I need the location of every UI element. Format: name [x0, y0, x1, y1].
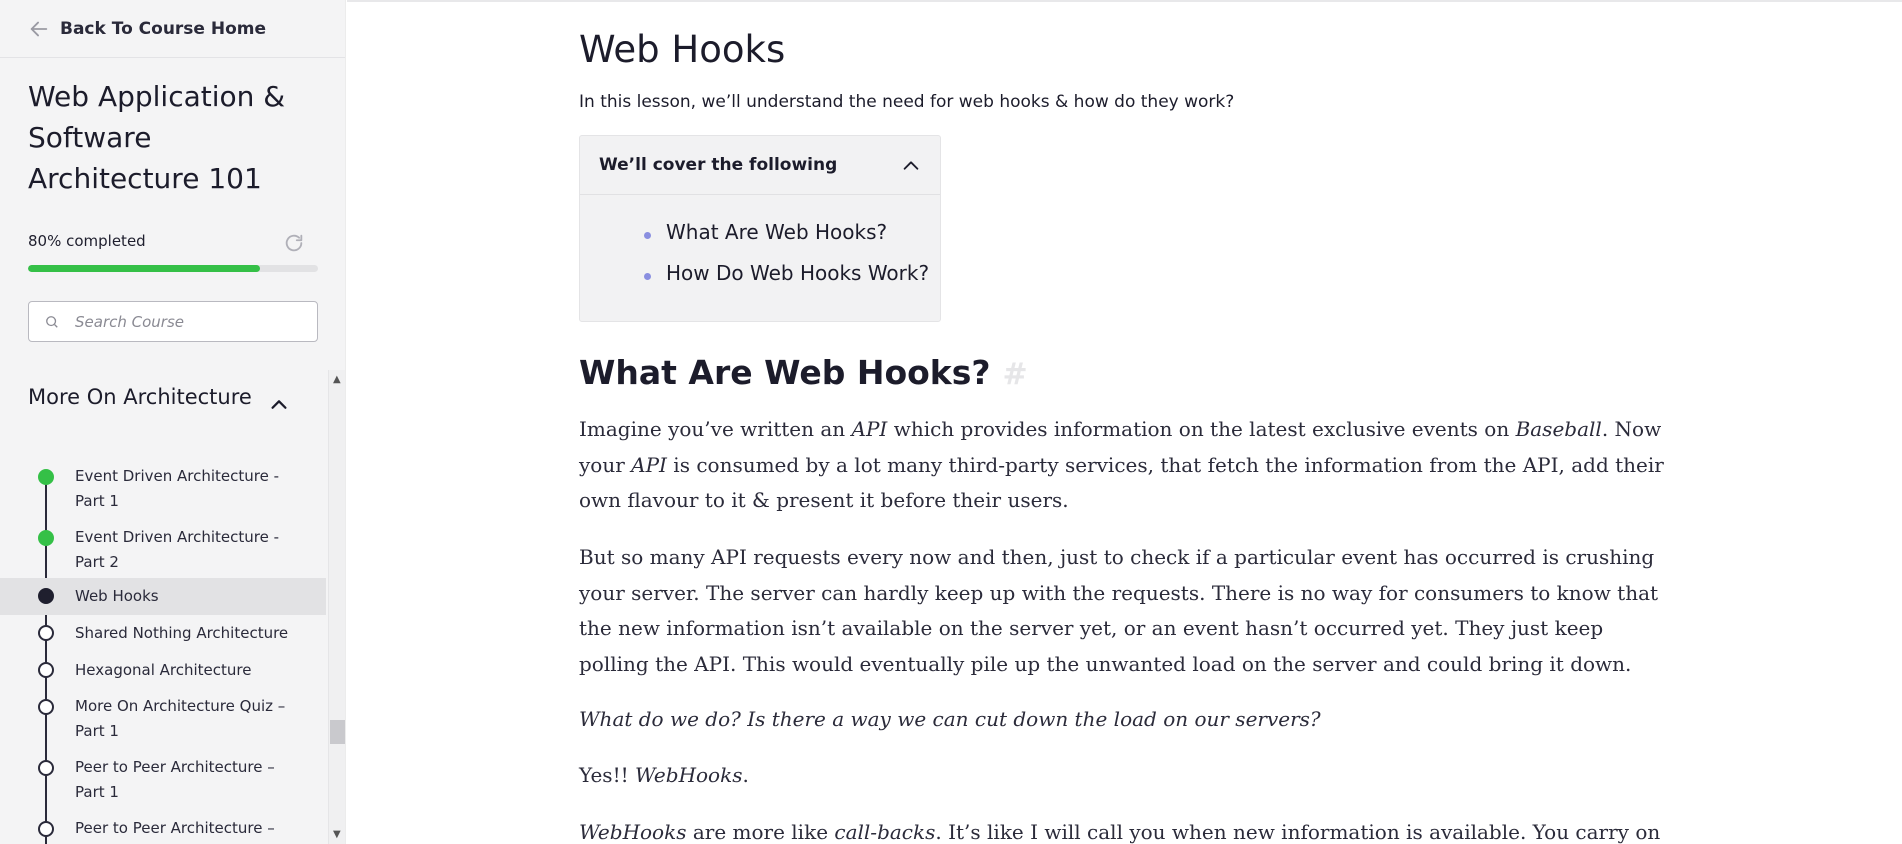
page-title: Web Hooks — [579, 28, 786, 71]
lesson-status-dot — [38, 625, 54, 641]
bullet-icon — [644, 232, 651, 239]
lesson-label: Peer to Peer Architecture – Part 1 — [75, 758, 275, 801]
scroll-down-icon[interactable]: ▼ — [333, 829, 341, 840]
lesson-label: Event Driven Architecture - Part 2 — [75, 528, 280, 571]
search-input[interactable] — [75, 312, 305, 331]
search-box[interactable] — [28, 301, 318, 342]
paragraph: Imagine you’ve written an API which prov… — [579, 412, 1674, 519]
lesson-label: Peer to Peer Architecture – — [75, 819, 275, 837]
lesson-status-dot — [38, 588, 54, 604]
lesson-item-hexagonal[interactable]: Hexagonal Architecture — [0, 652, 326, 689]
top-border — [347, 0, 1902, 2]
lesson-list-panel: More On Architecture Event Driven Archit… — [0, 370, 345, 844]
progress-bar-fill — [28, 265, 260, 272]
refresh-icon[interactable] — [283, 232, 305, 254]
toc-item-what-are-web-hooks[interactable]: What Are Web Hooks? — [666, 220, 887, 244]
course-title: Web Application & Software Architecture … — [28, 80, 286, 195]
toc-title: We’ll cover the following — [599, 155, 838, 175]
text: which provides information on the latest… — [887, 417, 1516, 441]
lesson-status-dot — [38, 530, 54, 546]
section-heading: What Are Web Hooks? # — [579, 353, 1028, 392]
table-of-contents: We’ll cover the following What Are Web H… — [579, 135, 941, 322]
paragraph: WebHooks are more like call-backs. It’s … — [579, 815, 1674, 844]
lesson-label: More On Architecture Quiz – Part 1 — [75, 697, 286, 740]
chevron-up-icon[interactable] — [900, 155, 922, 177]
text: Imagine you’ve written an — [579, 417, 852, 441]
lesson-label: Shared Nothing Architecture — [75, 624, 289, 642]
page-subtitle: In this lesson, we’ll understand the nee… — [579, 92, 1235, 112]
lesson-label: Web Hooks — [75, 587, 159, 605]
emphasis: call-backs — [834, 820, 936, 844]
lesson-status-dot — [38, 662, 54, 678]
progress-bar — [28, 265, 318, 272]
sidebar-scrollbar[interactable]: ▲ ▼ — [328, 370, 345, 844]
lesson-status-dot — [38, 821, 54, 837]
back-to-course-link[interactable]: Back To Course Home — [28, 14, 266, 44]
lesson-label: Hexagonal Architecture — [75, 661, 252, 679]
paragraph: What do we do? Is there a way we can cut… — [579, 702, 1674, 738]
section-heading-text: What Are Web Hooks? — [579, 353, 991, 392]
scrollbar-thumb[interactable] — [330, 720, 345, 744]
lesson-status-dot — [38, 699, 54, 715]
scroll-up-icon[interactable]: ▲ — [333, 374, 341, 385]
text: are more like — [686, 820, 835, 844]
text: is consumed by a lot many third-party se… — [579, 452, 1664, 513]
lesson-label: Event Driven Architecture - Part 1 — [75, 467, 280, 510]
progress-label: 80% completed — [28, 232, 146, 250]
toc-item-how-do-web-hooks-work[interactable]: How Do Web Hooks Work? — [666, 261, 929, 285]
lesson-item-quiz-1[interactable]: More On Architecture Quiz – Part 1 — [0, 690, 326, 750]
lesson-item-p2p-2[interactable]: Peer to Peer Architecture – — [0, 812, 326, 844]
emphasis: WebHooks — [579, 820, 687, 844]
emphasis: Baseball — [1515, 417, 1602, 441]
lesson-status-dot — [38, 469, 54, 485]
paragraph: But so many API requests every now and t… — [579, 545, 1659, 676]
search-icon — [46, 315, 58, 328]
text: . It’s like I will call you when new inf… — [935, 820, 1661, 844]
text: . — [742, 763, 749, 787]
divider — [0, 57, 345, 58]
lesson-item-event-driven-2[interactable]: Event Driven Architecture - Part 2 — [0, 523, 326, 583]
emphasis: API — [851, 417, 888, 441]
text: Yes!! — [579, 763, 635, 787]
toc-header[interactable]: We’ll cover the following — [580, 136, 940, 195]
heading-anchor-link[interactable]: # — [1003, 357, 1028, 392]
emphasis: What do we do? Is there a way we can cut… — [579, 707, 1321, 731]
back-link-label: Back To Course Home — [60, 19, 267, 39]
lesson-item-web-hooks[interactable]: Web Hooks — [0, 578, 326, 615]
paragraph: Yes!! WebHooks. — [579, 758, 1674, 794]
chevron-up-icon[interactable] — [268, 394, 290, 416]
emphasis: WebHooks — [635, 763, 743, 787]
lesson-content: Web Hooks In this lesson, we’ll understa… — [347, 0, 1902, 844]
bullet-icon — [644, 273, 651, 280]
lesson-item-p2p-1[interactable]: Peer to Peer Architecture – Part 1 — [0, 751, 326, 811]
lesson-status-dot — [38, 760, 54, 776]
emphasis: API — [631, 452, 667, 477]
lesson-item-shared-nothing[interactable]: Shared Nothing Architecture — [0, 615, 326, 652]
arrow-left-icon — [30, 21, 48, 37]
sidebar: Back To Course Home Web Application & So… — [0, 0, 346, 844]
lesson-item-event-driven-1[interactable]: Event Driven Architecture - Part 1 — [0, 462, 326, 522]
section-title: More On Architecture — [28, 385, 252, 409]
